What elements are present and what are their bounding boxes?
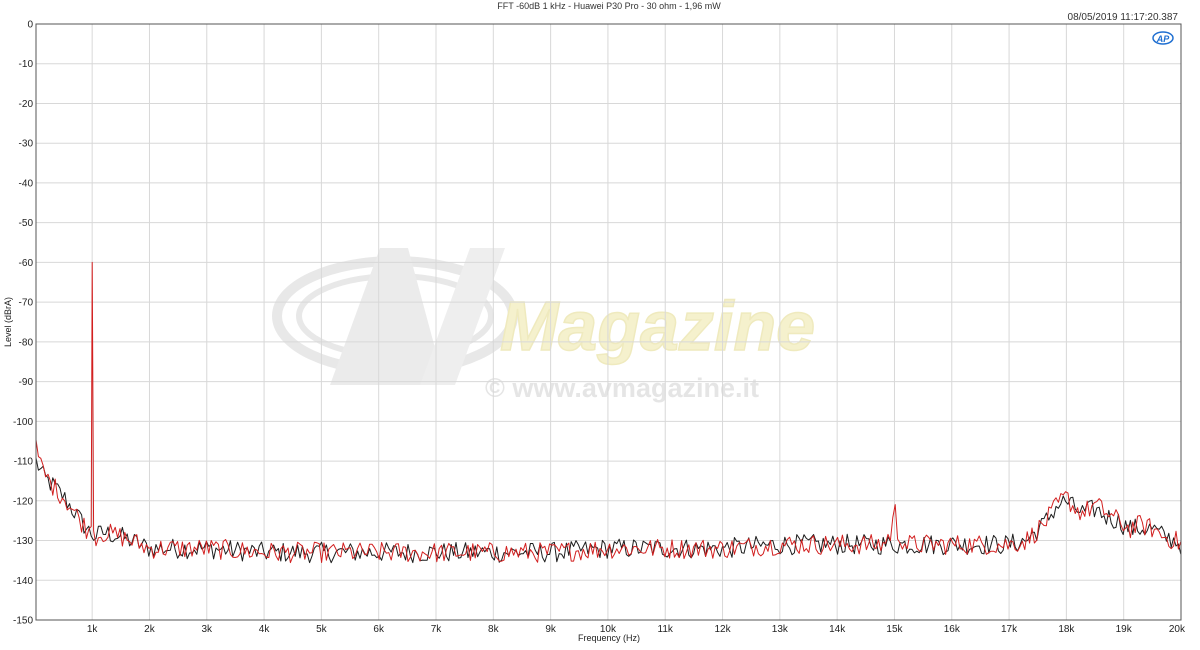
x-tick-label: 9k — [545, 624, 557, 635]
x-tick-label: 18k — [1058, 624, 1075, 635]
y-tick-label: -50 — [19, 218, 34, 229]
y-tick-label: -30 — [19, 139, 34, 150]
y-tick-label: -80 — [19, 337, 34, 348]
y-tick-label: -150 — [13, 616, 33, 627]
y-tick-label: -130 — [13, 536, 33, 547]
ap-logo-text: AP — [1156, 34, 1170, 44]
x-tick-label: 4k — [259, 624, 271, 635]
chart-svg: Magazine © www.avmagazine.it 0 -10 -20 -30 -… — [3, 1, 1186, 643]
watermark-brand: Magazine — [500, 287, 815, 365]
ap-logo: AP — [1152, 31, 1174, 45]
watermark-url: © www.avmagazine.it — [485, 373, 759, 403]
y-tick-label: -120 — [13, 496, 33, 507]
x-axis-label: Frequency (Hz) — [578, 633, 640, 643]
av-mark-icon — [272, 248, 518, 385]
y-tick-labels: 0 -10 -20 -30 -40 -50 -60 -70 -80 -90 -100 -110 -120… — [13, 20, 33, 627]
x-tick-label: 15k — [886, 624, 903, 635]
fft-chart: Magazine © www.avmagazine.it 0 -10 -20 -30 -… — [0, 0, 1200, 645]
x-tick-label: 12k — [714, 624, 731, 635]
x-tick-label: 6k — [373, 624, 385, 635]
y-tick-label: -140 — [13, 576, 33, 587]
y-tick-label: -20 — [19, 99, 34, 110]
y-tick-label: -90 — [19, 377, 34, 388]
chart-timestamp: 08/05/2019 11:17:20.387 — [1068, 12, 1179, 23]
y-tick-label: -70 — [19, 298, 34, 309]
x-tick-label: 11k — [658, 624, 674, 635]
y-tick-label: -60 — [19, 258, 34, 269]
x-tick-label: 7k — [431, 624, 443, 635]
x-tick-label: 2k — [144, 624, 156, 635]
x-tick-label: 14k — [829, 624, 846, 635]
y-axis-label: Level (dBrA) — [3, 297, 13, 347]
chart-title: FFT -60dB 1 kHz - Huawei P30 Pro - 30 oh… — [497, 1, 721, 11]
x-tick-label: 16k — [944, 624, 961, 635]
x-tick-label: 17k — [1001, 624, 1018, 635]
y-tick-label: 0 — [27, 20, 33, 31]
x-tick-label: 5k — [316, 624, 328, 635]
x-tick-label: 19k — [1116, 624, 1133, 635]
x-tick-label: 13k — [772, 624, 789, 635]
x-tick-label: 8k — [488, 624, 500, 635]
y-tick-label: -100 — [13, 417, 33, 428]
x-tick-label: 1k — [87, 624, 99, 635]
y-tick-label: -10 — [19, 59, 34, 70]
y-tick-label: -110 — [14, 457, 34, 468]
y-tick-label: -40 — [19, 178, 34, 189]
x-tick-label: 20k — [1169, 624, 1186, 635]
x-tick-label: 3k — [201, 624, 213, 635]
watermark: Magazine © www.avmagazine.it — [272, 248, 816, 403]
